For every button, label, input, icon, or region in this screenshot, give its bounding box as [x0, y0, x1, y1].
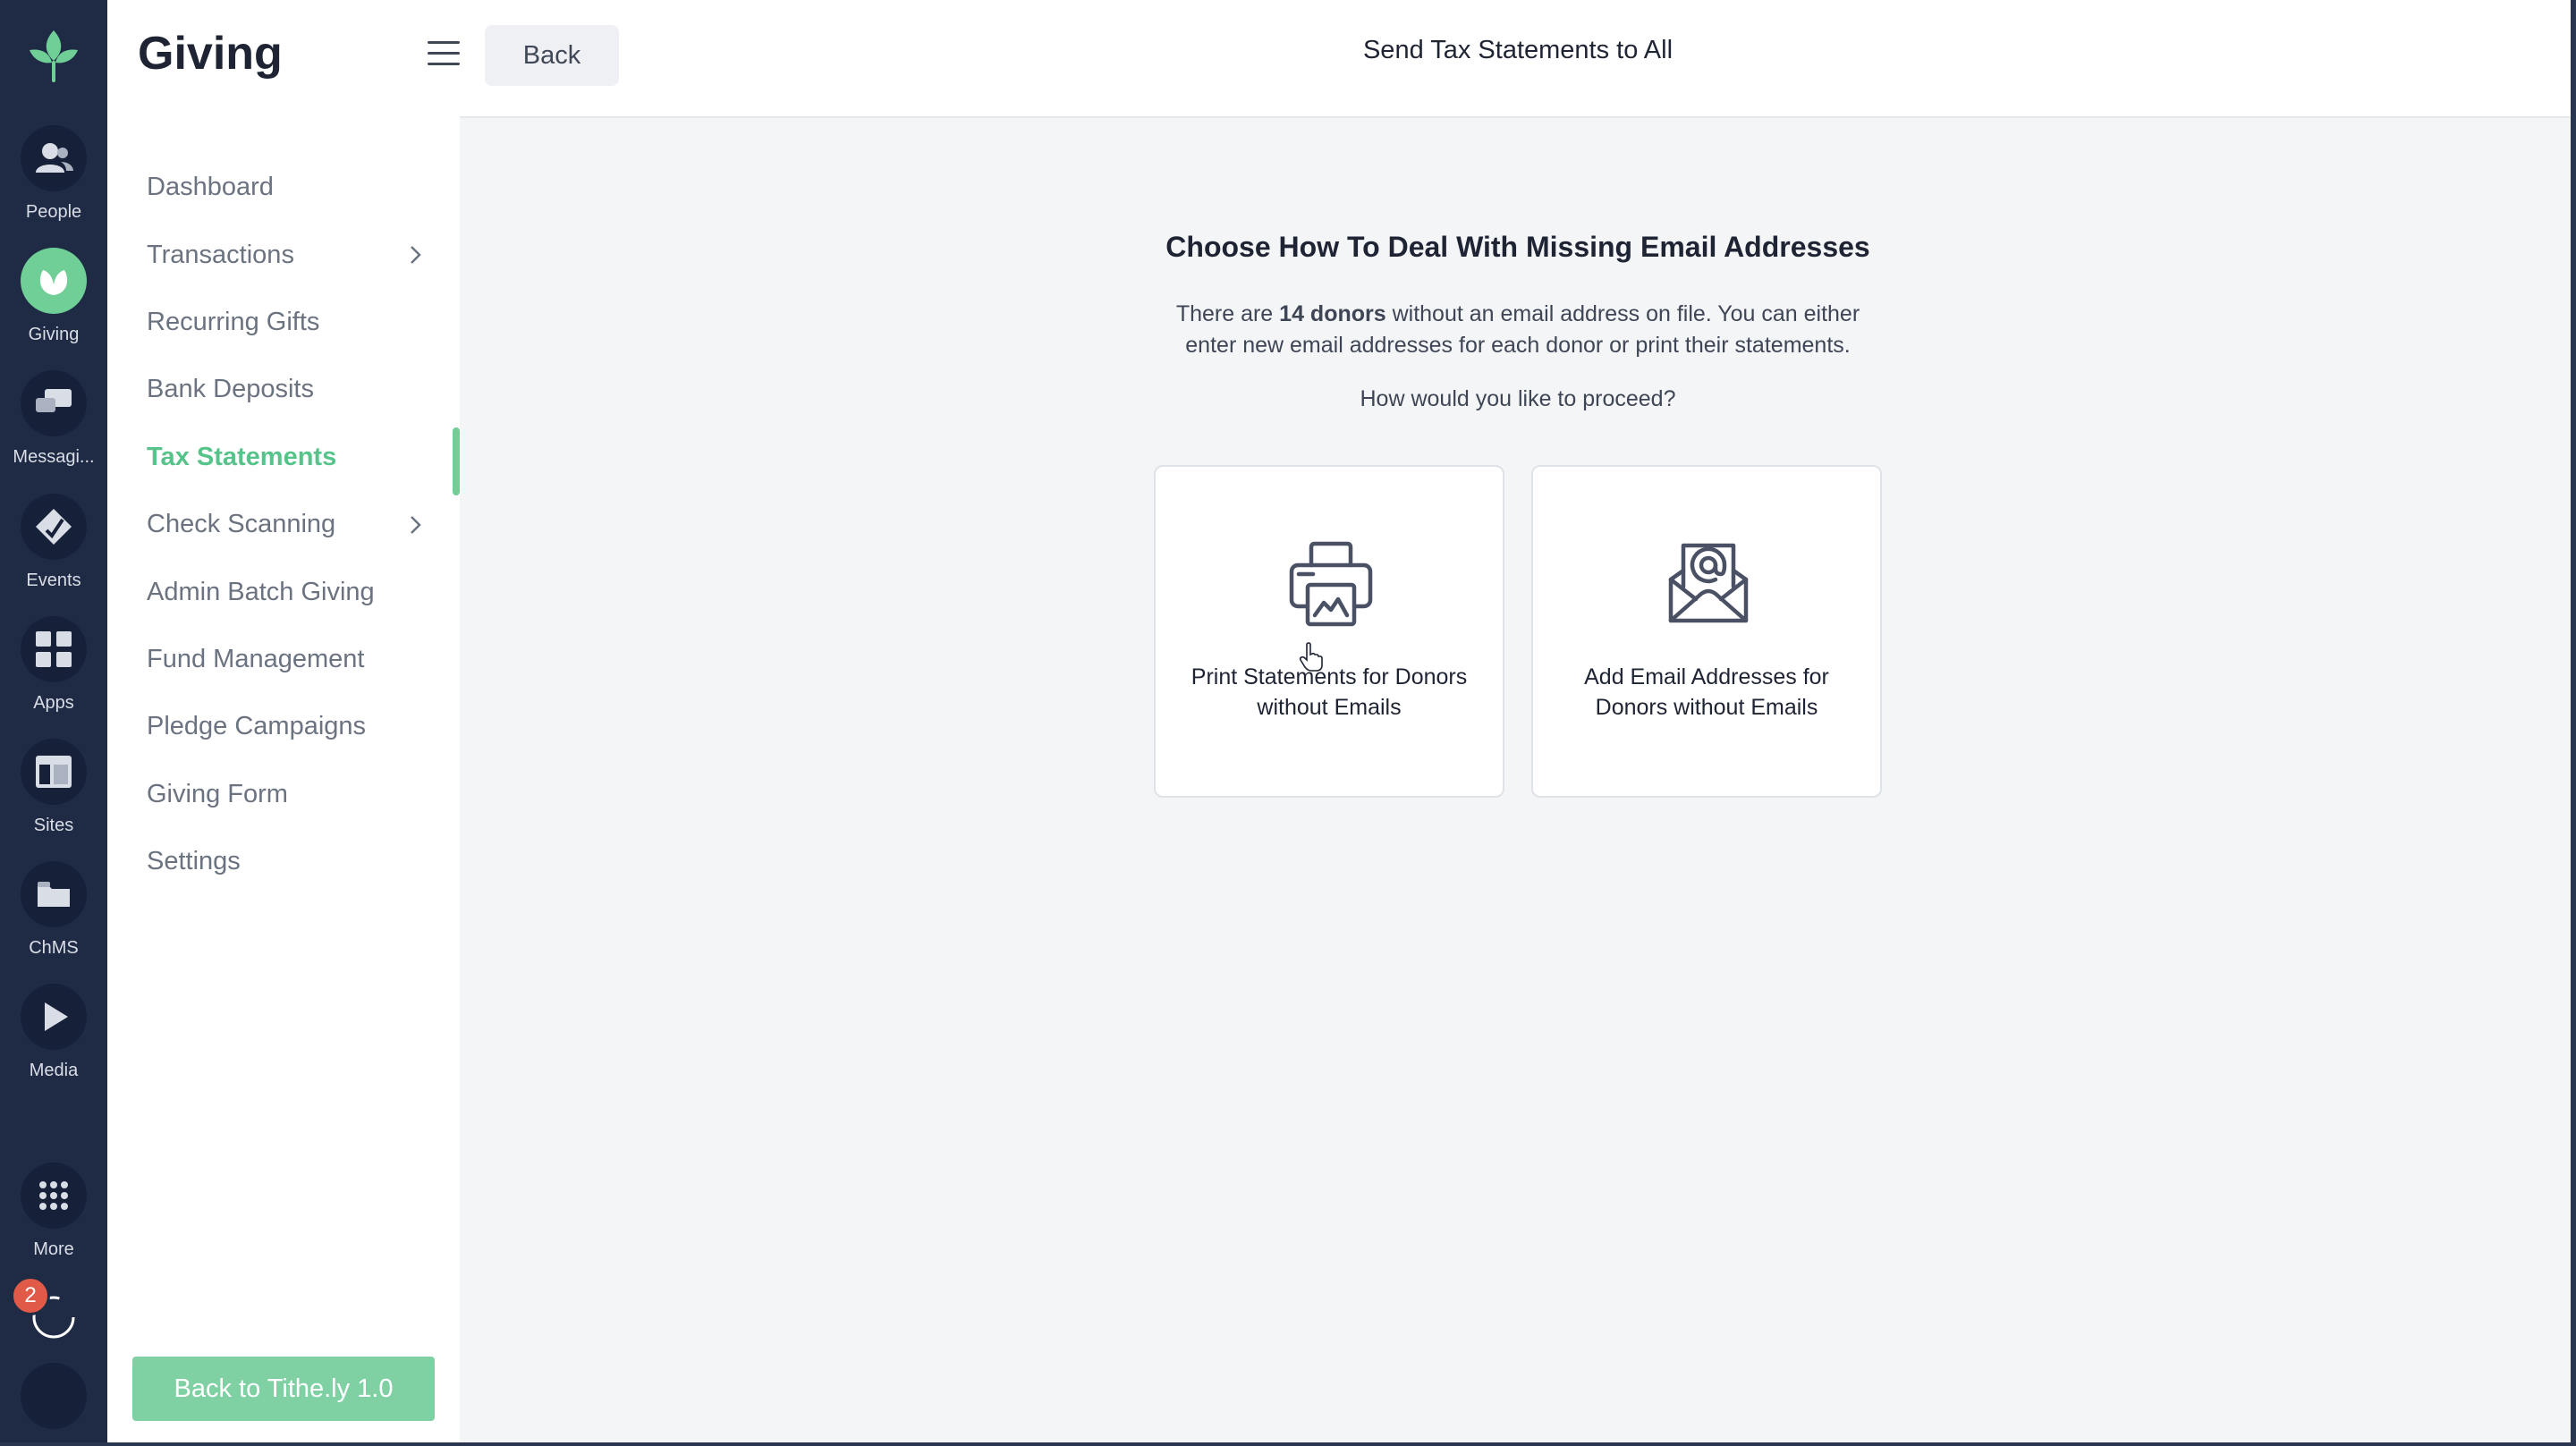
donor-count: 14 donors	[1279, 301, 1386, 326]
events-icon	[21, 494, 87, 560]
sites-icon	[21, 739, 87, 805]
play-icon	[21, 984, 87, 1050]
email-envelope-icon	[1668, 543, 1749, 623]
sidebar-item-label: Settings	[147, 847, 241, 876]
sidebar-item-label: Pledge Campaigns	[147, 712, 367, 741]
sidebar-item-admin-batch-giving[interactable]: Admin Batch Giving	[107, 558, 460, 625]
sidebar: Giving Dashboard Transactions Recurring …	[107, 0, 460, 1446]
messaging-icon	[21, 370, 87, 436]
sidebar-item-dashboard[interactable]: Dashboard	[107, 154, 460, 221]
rail-item-people[interactable]: People	[0, 125, 107, 233]
proceed-question: How would you like to proceed?	[1360, 386, 1676, 411]
sidebar-item-bank-deposits[interactable]: Bank Deposits	[107, 356, 460, 423]
sidebar-item-label: Fund Management	[147, 644, 365, 673]
rail-item-events[interactable]: Events	[0, 494, 107, 601]
rail-label: Giving	[28, 325, 80, 344]
chevron-right-icon	[411, 246, 421, 265]
notification-badge[interactable]: 2	[11, 1276, 50, 1315]
rail-item-sites[interactable]: Sites	[0, 739, 107, 846]
sidebar-nav: Dashboard Transactions Recurring Gifts B…	[107, 154, 460, 895]
avatar[interactable]	[21, 1363, 87, 1429]
sidebar-item-label: Recurring Gifts	[147, 307, 320, 336]
description-prefix: There are	[1175, 301, 1280, 326]
sidebar-item-fund-management[interactable]: Fund Management	[107, 626, 460, 693]
hamburger-menu-icon[interactable]	[428, 39, 460, 68]
window-edge	[2571, 0, 2576, 1446]
people-icon	[21, 125, 87, 191]
sidebar-item-check-scanning[interactable]: Check Scanning	[107, 491, 460, 558]
sidebar-item-giving-form[interactable]: Giving Form	[107, 761, 460, 828]
print-statements-label: Print Statements for Donors without Emai…	[1191, 664, 1468, 720]
hand-cursor-icon	[1299, 642, 1323, 672]
sidebar-item-pledge-campaigns[interactable]: Pledge Campaigns	[107, 693, 460, 760]
sidebar-item-label: Admin Batch Giving	[147, 577, 375, 606]
rail-item-chms[interactable]: ChMS	[0, 861, 107, 968]
rail-item-giving[interactable]: Giving	[0, 248, 107, 355]
rail-label: ChMS	[29, 938, 79, 958]
add-email-addresses-option[interactable]: Add Email Addresses for Donors without E…	[1531, 465, 1882, 798]
printer-icon	[1289, 541, 1373, 627]
chevron-right-icon	[411, 516, 421, 534]
sidebar-item-label: Dashboard	[147, 173, 274, 202]
rail-label: Apps	[33, 693, 74, 713]
section-heading: Choose How To Deal With Missing Email Ad…	[1165, 231, 1870, 263]
page-header: Back Send Tax Statements to All	[460, 0, 2576, 118]
rail-item-media[interactable]: Media	[0, 984, 107, 1091]
rail-label: Sites	[33, 816, 74, 835]
rail-label: Events	[26, 571, 81, 590]
rail-item-messaging[interactable]: Messagi...	[0, 370, 107, 478]
giving-leaf-icon	[21, 248, 87, 314]
rail-item-apps[interactable]: Apps	[0, 616, 107, 723]
apps-icon	[21, 616, 87, 682]
rail-item-more[interactable]: More	[0, 1163, 107, 1270]
sidebar-item-settings[interactable]: Settings	[107, 828, 460, 895]
sidebar-item-recurring-gifts[interactable]: Recurring Gifts	[107, 289, 460, 356]
sidebar-item-label: Tax Statements	[147, 442, 337, 471]
rail-label: Media	[29, 1061, 79, 1080]
sidebar-item-transactions[interactable]: Transactions	[107, 221, 460, 288]
app-rail: People Giving Messagi... Events Apps Sit…	[0, 0, 107, 1446]
sidebar-item-label: Transactions	[147, 240, 294, 269]
description-text: There are 14 donors without an email add…	[1154, 299, 1882, 361]
sidebar-item-tax-statements[interactable]: Tax Statements	[107, 424, 460, 495]
back-to-tithely-button[interactable]: Back to Tithe.ly 1.0	[132, 1357, 435, 1421]
add-email-label: Add Email Addresses for Donors without E…	[1584, 664, 1829, 720]
window-edge	[0, 1442, 2576, 1446]
sidebar-item-label: Bank Deposits	[147, 375, 314, 404]
grid-dots-icon	[21, 1163, 87, 1229]
page-title: Send Tax Statements to All	[1362, 36, 1674, 64]
sidebar-title: Giving	[138, 28, 283, 80]
sidebar-item-label: Giving Form	[147, 779, 288, 808]
rail-label: People	[25, 202, 82, 222]
folder-icon	[21, 861, 87, 927]
rail-label: Messagi...	[13, 447, 95, 467]
sidebar-item-label: Check Scanning	[147, 510, 336, 539]
rail-label: More	[33, 1239, 74, 1259]
logo-leaf-icon	[30, 30, 78, 82]
print-statements-option[interactable]: Print Statements for Donors without Emai…	[1154, 465, 1504, 798]
